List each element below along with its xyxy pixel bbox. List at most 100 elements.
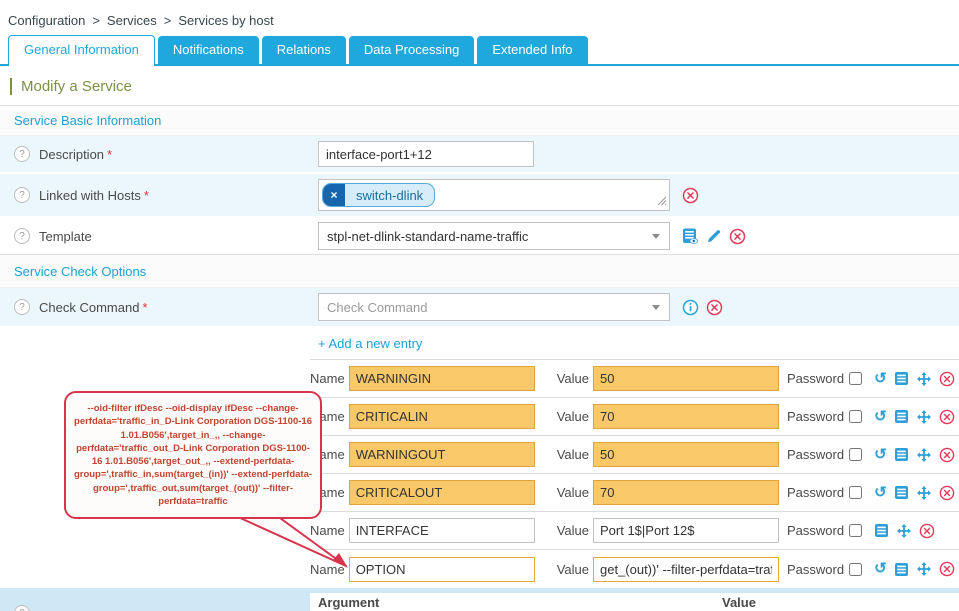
macro-name-input[interactable] bbox=[349, 557, 535, 582]
description-list-icon[interactable] bbox=[894, 371, 909, 386]
section-check-options: Service Check Options bbox=[0, 254, 959, 288]
linked-hosts-label: Linked with Hosts* bbox=[39, 188, 149, 203]
undo-icon[interactable]: ↺ bbox=[874, 486, 887, 500]
macro-value-input[interactable] bbox=[593, 366, 779, 391]
macro-password-label: Password bbox=[787, 409, 844, 424]
delete-row-icon[interactable] bbox=[939, 561, 955, 577]
help-icon[interactable]: ? bbox=[14, 605, 30, 611]
macro-value-label: Value bbox=[557, 409, 589, 424]
remove-tag-icon[interactable]: × bbox=[323, 184, 345, 206]
breadcrumb-separator: > bbox=[164, 13, 172, 28]
add-new-entry-link[interactable]: + Add a new entry bbox=[310, 328, 959, 360]
macro-value-input[interactable] bbox=[593, 442, 779, 467]
macro-name-input[interactable] bbox=[349, 366, 535, 391]
tab-general-information[interactable]: General Information bbox=[8, 35, 155, 66]
args-table-section: ? Argument Value bbox=[0, 588, 959, 611]
breadcrumb-separator: > bbox=[92, 13, 100, 28]
section-basic-information: Service Basic Information bbox=[0, 105, 959, 136]
tab-data-processing[interactable]: Data Processing bbox=[349, 36, 474, 64]
chevron-down-icon bbox=[652, 305, 660, 310]
delete-row-icon[interactable] bbox=[919, 523, 935, 539]
macro-name-input[interactable] bbox=[349, 518, 535, 543]
value-column-header: Value bbox=[722, 595, 756, 610]
view-template-macros-icon[interactable] bbox=[682, 228, 699, 244]
check-command-select[interactable]: Check Command bbox=[318, 293, 670, 321]
description-list-icon[interactable] bbox=[874, 523, 889, 538]
delete-row-icon[interactable] bbox=[939, 447, 955, 463]
template-select[interactable]: stpl-net-dlink-standard-name-traffic bbox=[318, 222, 670, 250]
macro-value-input[interactable] bbox=[593, 480, 779, 505]
help-icon[interactable]: ? bbox=[14, 299, 30, 315]
template-label: Template bbox=[39, 229, 92, 244]
help-icon[interactable]: ? bbox=[14, 146, 30, 162]
macro-value-input[interactable] bbox=[593, 557, 779, 582]
required-asterisk: * bbox=[142, 300, 147, 315]
move-row-icon[interactable] bbox=[896, 523, 912, 539]
args-label-cell: ? bbox=[0, 588, 310, 611]
delete-row-icon[interactable] bbox=[939, 371, 955, 387]
check-command-label: Check Command* bbox=[39, 300, 148, 315]
move-row-icon[interactable] bbox=[916, 485, 932, 501]
macro-name-label: Name bbox=[310, 523, 345, 538]
clear-field-icon[interactable] bbox=[706, 299, 723, 316]
tab-bar: General Information Notifications Relati… bbox=[0, 36, 959, 66]
macro-value-input[interactable] bbox=[593, 518, 779, 543]
description-list-icon[interactable] bbox=[894, 562, 909, 577]
check-command-row: ? Check Command* Check Command bbox=[0, 288, 959, 328]
move-row-icon[interactable] bbox=[916, 447, 932, 463]
undo-icon[interactable]: ↺ bbox=[874, 562, 887, 576]
clear-field-icon[interactable] bbox=[682, 187, 699, 204]
required-asterisk: * bbox=[144, 188, 149, 203]
move-row-icon[interactable] bbox=[916, 371, 932, 387]
macro-password-label: Password bbox=[787, 523, 844, 538]
description-input[interactable] bbox=[318, 141, 534, 167]
undo-icon[interactable]: ↺ bbox=[874, 448, 887, 462]
password-checkbox[interactable] bbox=[849, 410, 862, 423]
password-checkbox[interactable] bbox=[849, 448, 862, 461]
undo-icon[interactable]: ↺ bbox=[874, 410, 887, 424]
help-icon[interactable]: ? bbox=[14, 187, 30, 203]
password-checkbox[interactable] bbox=[849, 486, 862, 499]
service-config-page: Configuration>Services>Services by host … bbox=[0, 0, 959, 611]
move-row-icon[interactable] bbox=[916, 561, 932, 577]
tab-relations[interactable]: Relations bbox=[262, 36, 346, 64]
resize-handle-icon[interactable] bbox=[657, 194, 667, 209]
macro-value-label: Value bbox=[557, 371, 589, 386]
args-table-header: Argument Value bbox=[310, 593, 959, 611]
help-icon[interactable]: ? bbox=[14, 228, 30, 244]
edit-template-icon[interactable] bbox=[706, 228, 722, 244]
clear-field-icon[interactable] bbox=[729, 228, 746, 245]
macro-name-input[interactable] bbox=[349, 404, 535, 429]
description-label: Description* bbox=[39, 147, 112, 162]
undo-icon[interactable]: ↺ bbox=[874, 372, 887, 386]
info-icon[interactable] bbox=[682, 299, 699, 316]
breadcrumb-services-by-host[interactable]: Services by host bbox=[178, 13, 273, 28]
page-title: Modify a Service bbox=[0, 66, 959, 105]
password-checkbox[interactable] bbox=[849, 524, 862, 537]
delete-row-icon[interactable] bbox=[939, 485, 955, 501]
macro-name-input[interactable] bbox=[349, 480, 535, 505]
move-row-icon[interactable] bbox=[916, 409, 932, 425]
argument-column-header: Argument bbox=[318, 595, 722, 610]
macro-name-label: Name bbox=[310, 371, 345, 386]
description-list-icon[interactable] bbox=[894, 485, 909, 500]
host-tag-label: switch-dlink bbox=[345, 184, 434, 206]
description-list-icon[interactable] bbox=[894, 447, 909, 462]
breadcrumb-configuration[interactable]: Configuration bbox=[8, 13, 85, 28]
macro-value-input[interactable] bbox=[593, 404, 779, 429]
password-checkbox[interactable] bbox=[849, 563, 862, 576]
macro-value-label: Value bbox=[557, 447, 589, 462]
description-list-icon[interactable] bbox=[894, 409, 909, 424]
delete-row-icon[interactable] bbox=[939, 409, 955, 425]
password-checkbox[interactable] bbox=[849, 372, 862, 385]
tab-extended-info[interactable]: Extended Info bbox=[477, 36, 587, 64]
template-row: ? Template stpl-net-dlink-standard-name-… bbox=[0, 218, 959, 254]
tab-notifications[interactable]: Notifications bbox=[158, 36, 259, 64]
linked-hosts-row: ? Linked with Hosts* × switch-dlink bbox=[0, 174, 959, 218]
breadcrumb-services[interactable]: Services bbox=[107, 13, 157, 28]
macro-password-label: Password bbox=[787, 562, 844, 577]
linked-hosts-multiselect[interactable]: × switch-dlink bbox=[318, 179, 670, 211]
macro-name-input[interactable] bbox=[349, 442, 535, 467]
macro-password-label: Password bbox=[787, 447, 844, 462]
template-selected-value: stpl-net-dlink-standard-name-traffic bbox=[327, 229, 528, 244]
